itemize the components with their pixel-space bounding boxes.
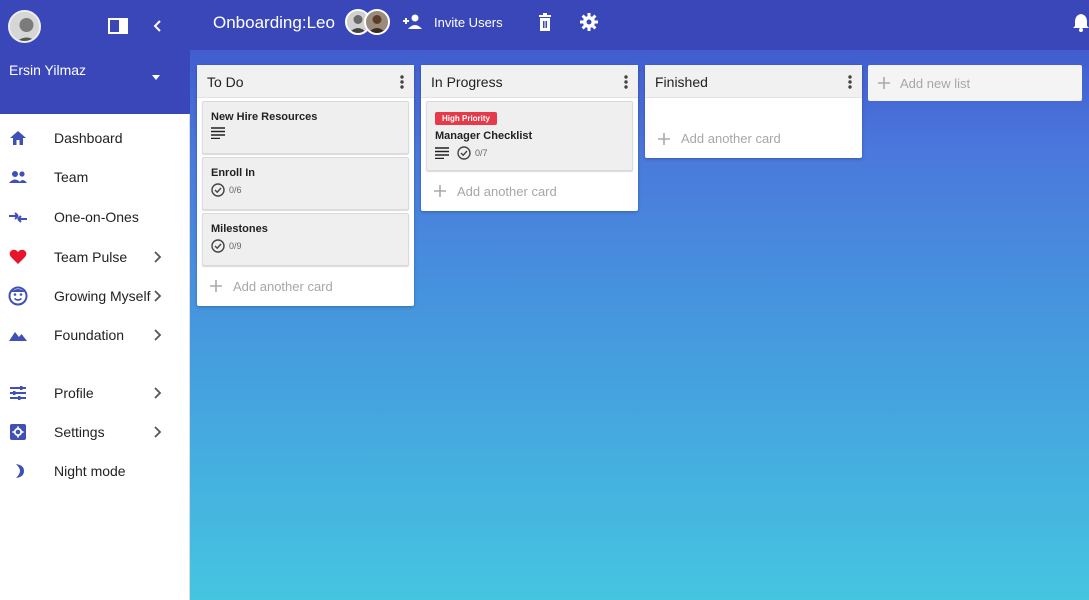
user-name: Ersin Yilmaz xyxy=(9,62,87,78)
landscape-icon xyxy=(9,332,27,341)
sidebar-item-foundation[interactable]: Foundation xyxy=(0,317,190,353)
sliders-icon xyxy=(10,386,26,400)
sidebar-item-team[interactable]: Team xyxy=(0,159,190,195)
checklist-count: 0/7 xyxy=(475,148,488,158)
sidebar-item-settings[interactable]: Settings xyxy=(0,414,190,450)
plus-icon xyxy=(210,280,222,292)
sidebar-item-night-mode[interactable]: Night mode xyxy=(0,453,190,489)
home-icon xyxy=(10,131,26,145)
trash-icon[interactable] xyxy=(537,12,553,32)
sidebar-item-label: Team Pulse xyxy=(54,249,128,265)
priority-label: High Priority xyxy=(435,112,498,125)
add-card-button[interactable]: Add another card xyxy=(197,266,414,306)
card[interactable]: High Priority Manager Checklist 0/7 xyxy=(426,101,633,171)
sidebar-item-dashboard[interactable]: Dashboard xyxy=(0,120,190,156)
sidebar-item-label: Profile xyxy=(54,385,94,401)
checklist-icon xyxy=(211,183,225,197)
list-header: In Progress xyxy=(421,65,638,98)
card[interactable]: New Hire Resources xyxy=(202,101,409,154)
sidebar-item-team-pulse[interactable]: Team Pulse xyxy=(0,239,190,275)
sidebar-item-label: Foundation xyxy=(54,327,125,343)
sidebar-header: Ersin Yilmaz xyxy=(0,0,190,114)
card-title: Manager Checklist xyxy=(435,130,533,142)
card-title: Enroll In xyxy=(211,167,255,179)
more-vert-icon[interactable] xyxy=(622,73,630,91)
list-finished: Finished Add another card xyxy=(645,65,862,158)
chevron-right-icon xyxy=(154,329,162,341)
panel-toggle-icon[interactable] xyxy=(108,17,128,35)
chevron-left-icon[interactable] xyxy=(150,17,166,35)
add-card-label: Add another card xyxy=(457,184,557,199)
plus-icon xyxy=(878,77,890,89)
add-card-label: Add another card xyxy=(233,279,333,294)
checklist-count: 0/6 xyxy=(229,185,242,195)
card[interactable]: Enroll In 0/6 xyxy=(202,157,409,210)
card-title: New Hire Resources xyxy=(211,111,318,123)
list-header: To Do xyxy=(197,65,414,98)
chevron-right-icon xyxy=(154,290,162,302)
plus-icon xyxy=(434,185,446,197)
add-card-label: Add another card xyxy=(681,131,781,146)
list-header: Finished xyxy=(645,65,862,98)
sidebar-item-profile[interactable]: Profile xyxy=(0,375,190,411)
card[interactable]: Milestones 0/9 xyxy=(202,213,409,266)
settings-box-icon xyxy=(10,424,26,440)
list-in-progress: In Progress High Priority Manager Checkl… xyxy=(421,65,638,211)
list-title[interactable]: Finished xyxy=(655,74,708,90)
heart-icon xyxy=(9,249,27,264)
more-vert-icon[interactable] xyxy=(846,73,854,91)
checklist-icon xyxy=(211,239,225,253)
add-new-list-label: Add new list xyxy=(900,76,971,91)
board-title[interactable]: Onboarding:Leo xyxy=(213,13,335,33)
sidebar-item-label: Settings xyxy=(54,424,105,440)
user-avatar[interactable] xyxy=(8,10,41,43)
chevron-right-icon xyxy=(154,251,162,263)
add-card-button[interactable]: Add another card xyxy=(421,171,638,211)
sidebar-item-label: One-on-Ones xyxy=(54,209,139,225)
checklist-count: 0/9 xyxy=(229,241,242,251)
card-title: Milestones xyxy=(211,223,268,235)
invite-users-button[interactable]: Invite Users xyxy=(434,15,503,30)
description-icon xyxy=(211,127,225,139)
sidebar: Ersin Yilmaz Dashboard Team One-on-Ones … xyxy=(0,0,190,600)
sidebar-item-label: Dashboard xyxy=(54,130,123,146)
caret-down-icon[interactable] xyxy=(150,71,162,83)
group-icon xyxy=(9,171,27,183)
gear-icon[interactable] xyxy=(579,12,599,32)
chevron-right-icon xyxy=(154,387,162,399)
plus-icon xyxy=(658,133,670,145)
description-icon xyxy=(435,147,449,159)
member-avatar[interactable] xyxy=(364,9,390,35)
list-title[interactable]: To Do xyxy=(207,74,244,90)
sidebar-item-one-on-ones[interactable]: One-on-Ones xyxy=(0,199,190,235)
board-topbar: Onboarding:Leo Invite Users xyxy=(190,0,1089,50)
list-title[interactable]: In Progress xyxy=(431,74,503,90)
moon-icon xyxy=(16,464,24,478)
smiley-icon xyxy=(8,286,28,306)
list-to-do: To Do New Hire Resources Enroll In 0/6 M… xyxy=(197,65,414,306)
chevron-right-icon xyxy=(154,426,162,438)
add-new-list-button[interactable]: Add new list xyxy=(868,65,1082,101)
checklist-icon xyxy=(457,146,471,160)
more-vert-icon[interactable] xyxy=(398,73,406,91)
sidebar-item-label: Night mode xyxy=(54,463,126,479)
sidebar-item-growing-myself[interactable]: Growing Myself xyxy=(0,278,190,314)
add-card-button[interactable]: Add another card xyxy=(645,98,862,158)
person-add-icon[interactable] xyxy=(402,12,424,32)
sidebar-item-label: Growing Myself xyxy=(54,288,151,304)
bell-icon[interactable] xyxy=(1072,12,1089,32)
compare-arrows-icon xyxy=(9,212,27,223)
sidebar-item-label: Team xyxy=(54,169,89,185)
